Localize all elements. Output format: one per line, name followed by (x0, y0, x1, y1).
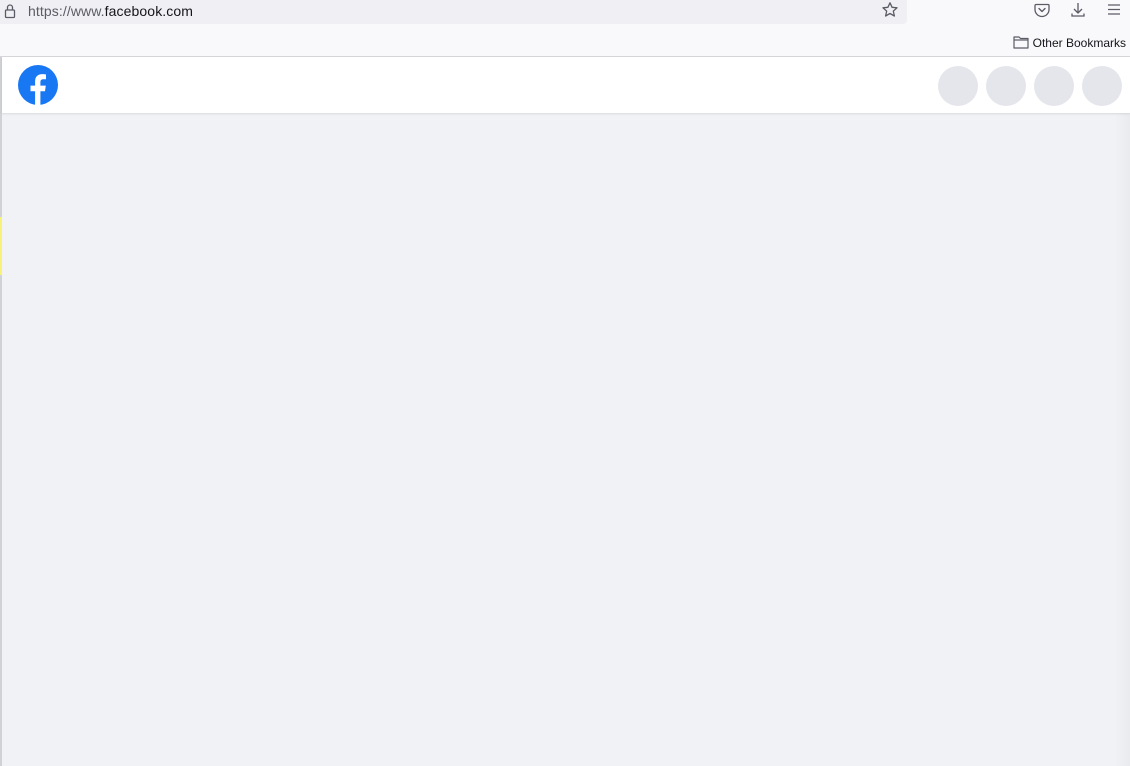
page-viewport (0, 57, 1130, 766)
left-accent-strip (0, 217, 2, 275)
facebook-logo-icon[interactable] (18, 65, 58, 105)
other-bookmarks-label: Other Bookmarks (1032, 36, 1126, 50)
folder-icon (1013, 35, 1029, 52)
url-text[interactable]: https://www.facebook.com (28, 2, 193, 20)
star-icon[interactable] (881, 1, 899, 19)
browser-chrome: https://www.facebook.com Other Bookmarks (0, 0, 1130, 57)
header-placeholder-circle[interactable] (1082, 66, 1122, 106)
lock-icon[interactable] (4, 3, 16, 19)
pocket-icon[interactable] (1033, 1, 1051, 19)
menu-icon[interactable] (1106, 1, 1124, 19)
url-bar[interactable]: https://www.facebook.com (0, 0, 907, 24)
url-domain: facebook.com (104, 3, 194, 19)
right-edge-shadow (1114, 113, 1130, 766)
header-placeholder-circle[interactable] (1034, 66, 1074, 106)
url-prefix: https://www. (28, 3, 105, 19)
header-placeholder-circle[interactable] (938, 66, 978, 106)
download-icon[interactable] (1069, 1, 1087, 19)
header-placeholder-circle[interactable] (986, 66, 1026, 106)
facebook-header (2, 57, 1130, 113)
other-bookmarks-button[interactable]: Other Bookmarks (1013, 34, 1126, 52)
